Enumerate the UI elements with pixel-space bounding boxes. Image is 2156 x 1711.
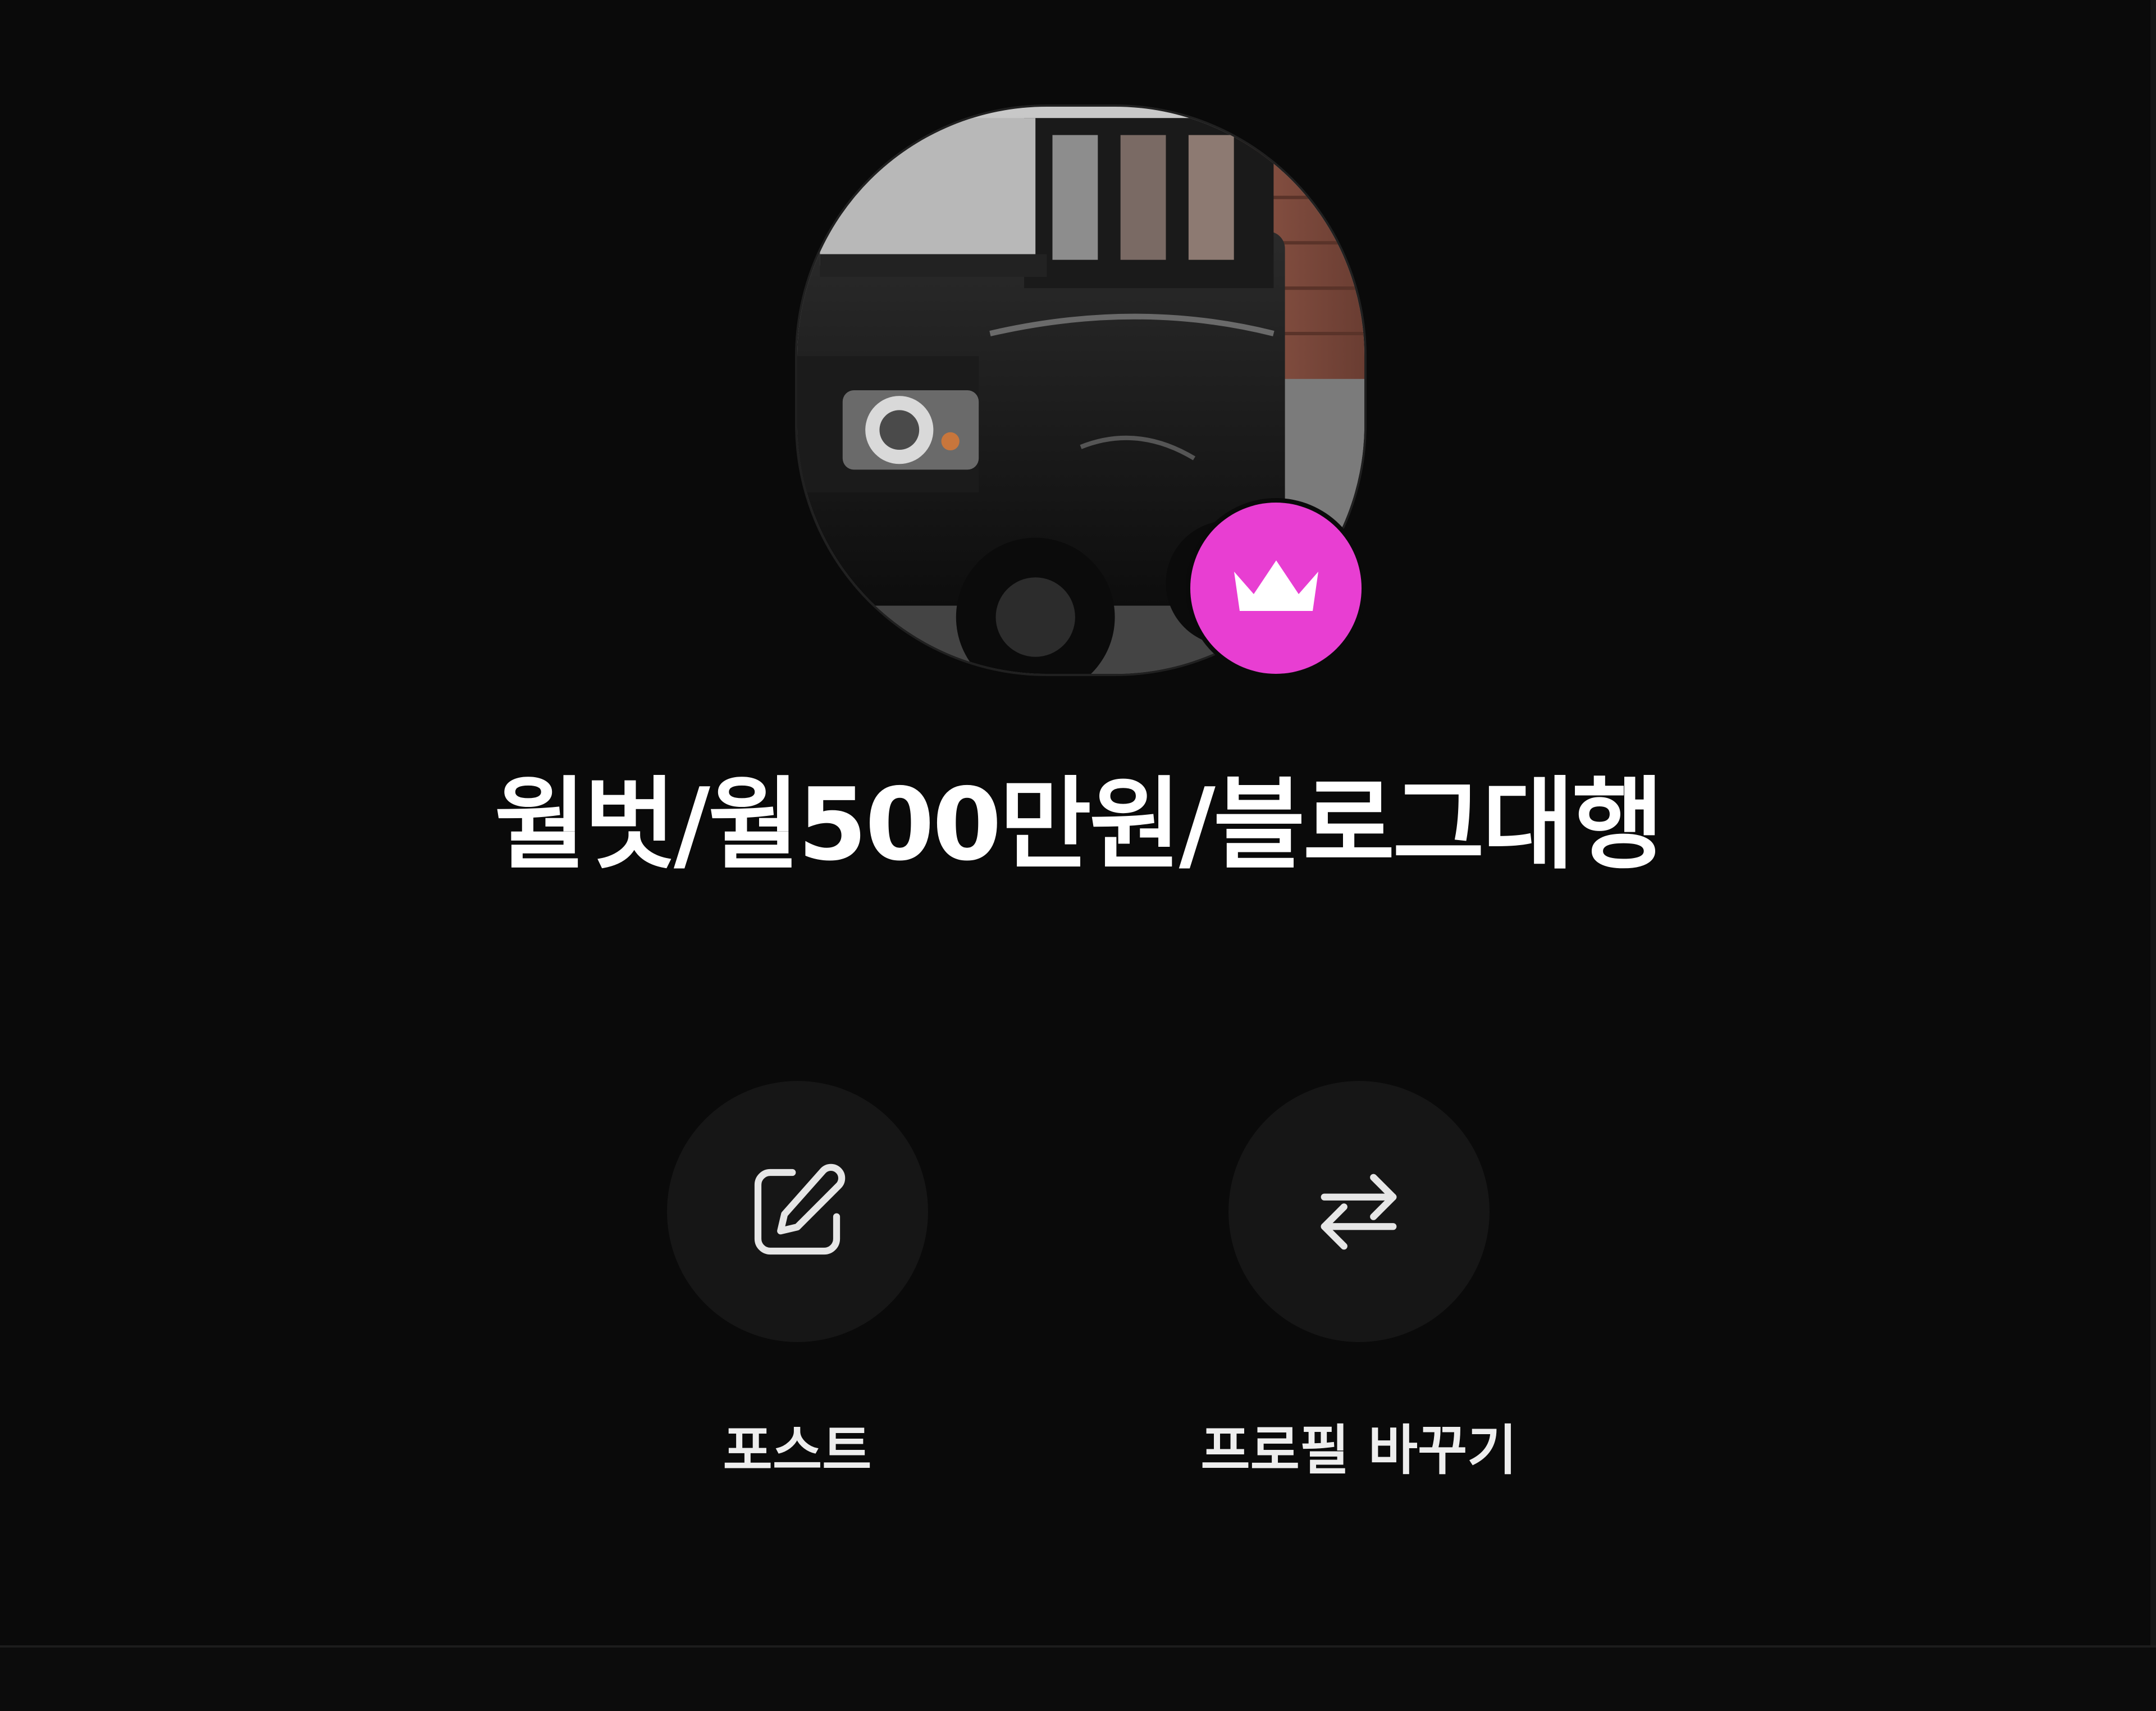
profile-name: 월벗/월500만원/블로그대행 [494, 766, 1664, 883]
switch-profile-button[interactable]: 프로필 바꾸기 [1190, 1081, 1527, 1485]
switch-profile-label: 프로필 바꾸기 [1200, 1419, 1517, 1482]
post-label: 포스트 [723, 1419, 872, 1482]
post-button[interactable]: 포스트 [629, 1081, 966, 1485]
post-button-circle[interactable] [666, 1081, 928, 1342]
edit-icon [754, 1164, 846, 1254]
bottom-area [0, 1648, 2156, 1711]
crown-icon [1234, 560, 1318, 611]
switch-profile-button-circle[interactable] [1228, 1081, 1490, 1342]
swap-arrows-icon [1321, 1174, 1397, 1249]
premium-badge [1190, 503, 1362, 674]
profile-screen: 월벗/월500만원/블로그대행 포스트 프로필 바꾸기 [0, 0, 2156, 1711]
